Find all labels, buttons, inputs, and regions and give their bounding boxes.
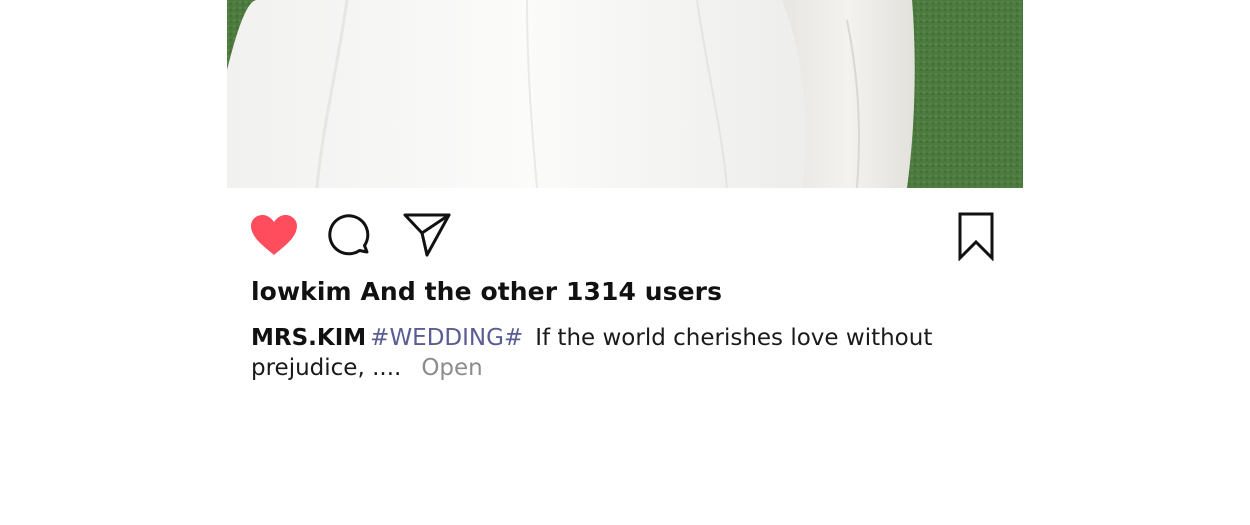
bookmark-icon [958, 212, 994, 261]
post-caption: MRS.KIM #WEDDING# If the world cherishes l… [251, 323, 951, 383]
caption-more-link[interactable]: Open [421, 355, 482, 381]
caption-hashtag[interactable]: #WEDDING# [370, 325, 523, 351]
post-action-bar [0, 188, 1250, 274]
paper-plane-icon [403, 213, 451, 257]
instagram-post: lowkim And the other 1314 users MRS.KIM #… [0, 0, 1250, 525]
share-button[interactable] [401, 210, 453, 258]
comment-bubble-icon [328, 214, 370, 256]
heart-filled-icon [251, 215, 297, 255]
likes-summary[interactable]: lowkim And the other 1314 users [251, 277, 722, 306]
wedding-photo-image [227, 0, 1023, 188]
caption-author[interactable]: MRS.KIM [251, 325, 366, 351]
save-button[interactable] [953, 210, 999, 262]
like-button[interactable] [248, 212, 300, 258]
post-photo[interactable] [227, 0, 1023, 188]
comment-button[interactable] [326, 212, 374, 260]
